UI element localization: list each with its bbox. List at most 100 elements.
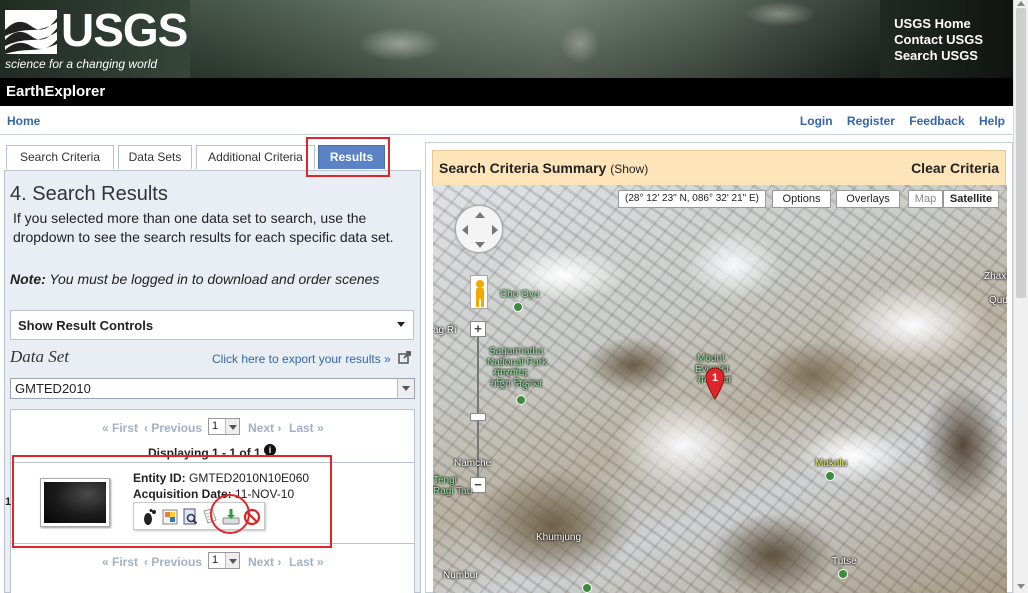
map-label-namche: Namche xyxy=(454,458,492,469)
zoom-out-button[interactable]: − xyxy=(470,477,486,493)
note-text: You must be logged in to download and or… xyxy=(45,271,380,287)
map-view[interactable]: (28° 12' 23" N, 086° 32' 21" E) Options … xyxy=(433,185,1007,593)
login-link[interactable]: Login xyxy=(800,114,833,128)
park-icon xyxy=(516,395,526,405)
map-label-sagarmatha-2: National Park xyxy=(487,357,548,368)
page: USGS science for a changing world USGS H… xyxy=(0,0,1028,593)
nav-right-links: Login Register Feedback Help xyxy=(789,114,1005,128)
show-result-controls-toggle[interactable]: Show Result Controls xyxy=(10,310,414,340)
search-criteria-summary: Search Criteria Summary (Show) Clear Cri… xyxy=(432,150,1006,186)
page-select-value: 1 xyxy=(212,420,219,432)
contact-usgs-link[interactable]: Contact USGS xyxy=(894,32,983,48)
top-links: USGS Home Contact USGS Search USGS xyxy=(894,16,983,64)
pager-previous[interactable]: ‹ Previous xyxy=(144,555,202,569)
results-title: 4. Search Results xyxy=(10,183,168,205)
map-label-qud: Qud xyxy=(989,295,1007,306)
pan-arrows-icon xyxy=(462,212,498,248)
results-intro: If you selected more than one data set t… xyxy=(13,210,394,245)
scrollbar-thumb[interactable] xyxy=(1016,8,1026,298)
pager-last[interactable]: Last » xyxy=(289,421,324,435)
pager-top: « First ‹ Previous 1 Next › Last » xyxy=(11,418,416,438)
pegman-figure-icon xyxy=(476,280,484,307)
app-title-bar: EarthExplorer xyxy=(0,78,1013,106)
page-select-value: 1 xyxy=(212,554,219,566)
map-label-sagarmatha-1: Sagarmatha xyxy=(489,346,544,357)
street-view-pegman-icon[interactable] xyxy=(470,275,488,309)
row-number: 1 xyxy=(5,496,12,508)
peak-icon xyxy=(513,302,523,312)
map-panel: Search Criteria Summary (Show) Clear Cri… xyxy=(425,142,1013,593)
summary-title: Search Criteria Summary (Show) xyxy=(439,160,648,176)
page-select[interactable]: 1 xyxy=(208,418,240,435)
map-label-sagarmatha-4: राष्ट्रिय निकुञ्ज xyxy=(490,379,542,390)
result-row-highlight xyxy=(12,455,332,548)
pan-control[interactable] xyxy=(455,205,503,253)
download-highlight-circle xyxy=(210,494,250,534)
logo-tagline: science for a changing world xyxy=(5,57,158,71)
home-link[interactable]: Home xyxy=(7,114,40,128)
results-tab-highlight xyxy=(306,137,390,177)
tab-search-criteria[interactable]: Search Criteria xyxy=(6,145,114,169)
chevron-down-icon xyxy=(225,553,239,568)
app-title: EarthExplorer xyxy=(6,83,106,100)
map-label-tagril: ag Ri xyxy=(433,325,457,336)
map-label-makalu: Makalu xyxy=(815,458,848,469)
pager-next[interactable]: Next › xyxy=(248,421,281,435)
clear-criteria-button[interactable]: Clear Criteria xyxy=(911,160,999,176)
chevron-down-icon xyxy=(225,419,239,434)
tab-additional-criteria[interactable]: Additional Criteria xyxy=(196,145,315,169)
tab-data-sets[interactable]: Data Sets xyxy=(118,145,192,169)
dataset-selected-value: GMTED2010 xyxy=(15,381,91,396)
page-select[interactable]: 1 xyxy=(208,552,240,569)
map-options-button[interactable]: Options xyxy=(772,190,831,208)
pager-last[interactable]: Last » xyxy=(289,555,324,569)
caret-down-icon xyxy=(397,322,405,327)
map-type-map-button[interactable]: Map xyxy=(908,190,943,208)
dataset-label: Data Set xyxy=(10,347,70,366)
zoom-in-button[interactable]: + xyxy=(470,321,486,337)
result-marker-icon[interactable]: 1 xyxy=(704,366,726,400)
map-overlays-button[interactable]: Overlays xyxy=(836,190,900,208)
pager-first[interactable]: « First xyxy=(102,555,138,569)
pager-first[interactable]: « First xyxy=(102,421,138,435)
map-label-tengi-2: Ragi Tau xyxy=(433,486,473,497)
pager-bottom: « First ‹ Previous 1 Next › Last » xyxy=(11,552,416,572)
scroll-down-icon[interactable] xyxy=(1017,584,1025,589)
peak-icon xyxy=(825,471,835,481)
header-banner: USGS science for a changing world USGS H… xyxy=(0,0,1013,78)
map-label-sagarmatha-3: सगरमाथा xyxy=(493,368,528,379)
map-coordinates: (28° 12' 23" N, 086° 32' 21" E) xyxy=(618,190,766,208)
dataset-select[interactable]: GMTED2010 xyxy=(10,378,415,399)
map-label-tutse: Tutse xyxy=(832,556,857,567)
usgs-wave-icon xyxy=(5,10,57,54)
register-link[interactable]: Register xyxy=(847,114,895,128)
login-note: Note: You must be logged in to download … xyxy=(10,271,410,287)
map-label-cho-oyu: Cho Oyu xyxy=(500,289,540,300)
map-label-zhaxi: Zhaxi xyxy=(984,271,1007,282)
summary-show-link[interactable]: (Show) xyxy=(610,162,648,176)
chevron-down-icon[interactable] xyxy=(397,379,414,398)
search-usgs-link[interactable]: Search USGS xyxy=(894,48,983,64)
feedback-link[interactable]: Feedback xyxy=(909,114,964,128)
nav-bar: Home Login Register Feedback Help xyxy=(0,107,1013,135)
map-label-everest-1: Mount xyxy=(697,353,725,364)
export-results-link[interactable]: Click here to export your results » xyxy=(212,352,391,366)
page-scrollbar[interactable] xyxy=(1013,0,1028,593)
export-icon[interactable] xyxy=(398,350,412,364)
peak-icon xyxy=(582,583,592,593)
usgs-logo[interactable]: USGS science for a changing world xyxy=(5,4,188,72)
zoom-slider-thumb[interactable] xyxy=(470,413,486,421)
help-link[interactable]: Help xyxy=(979,114,1005,128)
marker-number: 1 xyxy=(712,372,718,384)
map-type-satellite-button[interactable]: Satellite xyxy=(943,190,999,208)
note-label: Note: xyxy=(10,271,46,287)
usgs-home-link[interactable]: USGS Home xyxy=(894,16,983,32)
scroll-up-icon[interactable] xyxy=(1017,1,1025,6)
peak-icon xyxy=(838,569,848,579)
map-label-numbur: Numbur xyxy=(443,570,479,581)
pager-previous[interactable]: ‹ Previous xyxy=(144,421,202,435)
header-photo xyxy=(190,0,880,78)
pager-next[interactable]: Next › xyxy=(248,555,281,569)
map-label-tengi-1: Tengi xyxy=(433,475,457,486)
logo-wordmark: USGS xyxy=(61,4,188,56)
